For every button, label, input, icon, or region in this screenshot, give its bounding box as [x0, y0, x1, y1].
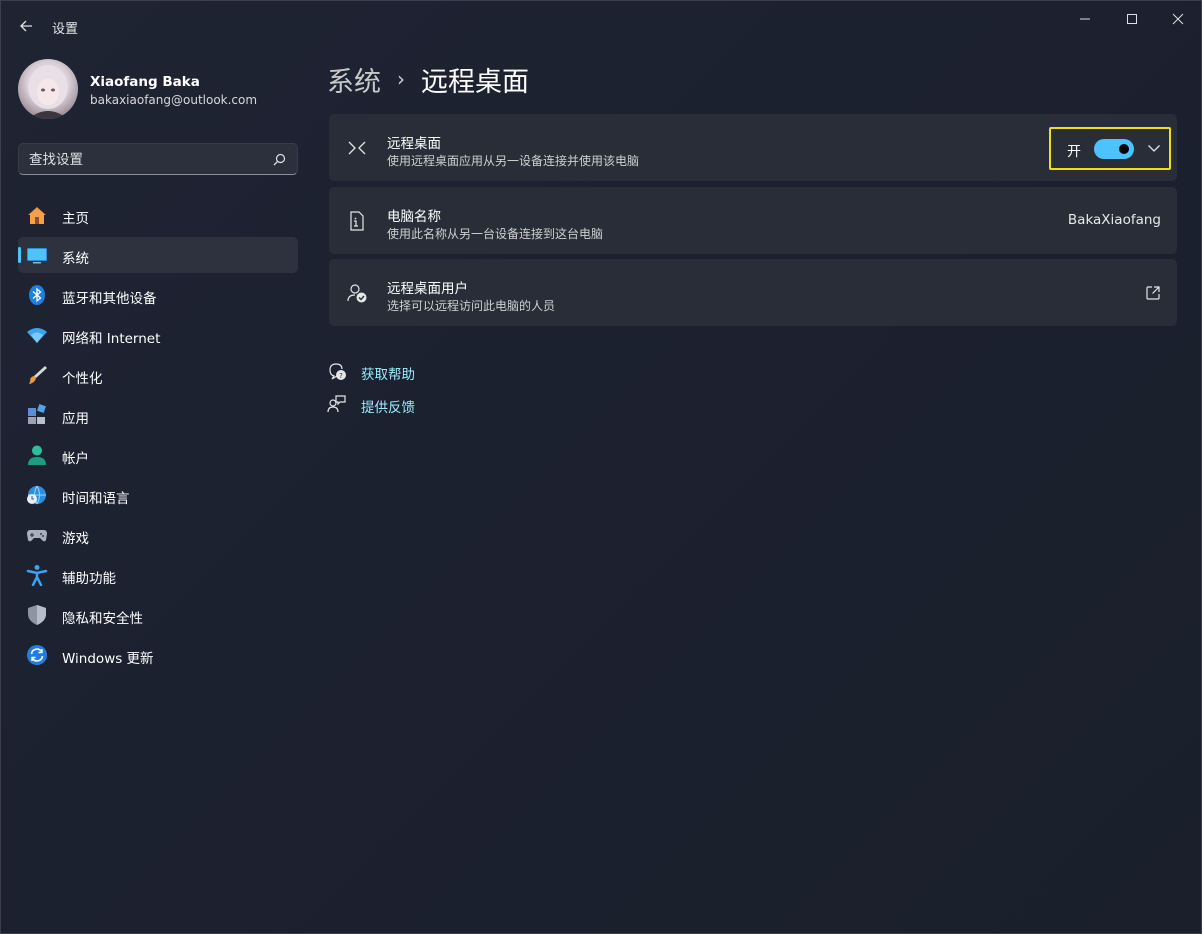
card-description: 使用远程桌面应用从另一设备连接并使用该电脑: [387, 154, 640, 168]
feedback-icon: [327, 395, 346, 413]
brush-icon: [26, 364, 48, 386]
profile-email: bakaxiaofang@outlook.com: [90, 93, 258, 107]
card-title: 远程桌面用户: [387, 281, 468, 297]
remote-desktop-toggle[interactable]: [1094, 139, 1134, 159]
pc-name-value: BakaXiaofang: [1067, 212, 1161, 228]
pc-name-icon: [345, 209, 369, 233]
sidebar-item-label: 帐户: [62, 451, 89, 467]
avatar[interactable]: [18, 59, 78, 119]
app-title: 设置: [52, 22, 79, 37]
sidebar-item-label: 隐私和安全性: [62, 611, 143, 627]
sidebar-item-label: 网络和 Internet: [62, 331, 161, 347]
system-display-icon: [26, 244, 48, 266]
external-link-icon: [1146, 286, 1160, 300]
globe-clock-icon: [26, 484, 48, 506]
title-bar: 设置: [1, 1, 1201, 49]
sidebar-item-home[interactable]: 主页: [18, 197, 298, 233]
sidebar-nav: 主页 系统 蓝牙和其他设备 网络和 Internet 个性化 应用 帐户 时间和…: [18, 197, 298, 677]
toggle-state-label: 开: [1067, 144, 1081, 160]
remote-desktop-users-card[interactable]: 远程桌面用户 选择可以远程访问此电脑的人员: [329, 259, 1177, 326]
sidebar-item-bluetooth[interactable]: 蓝牙和其他设备: [18, 277, 298, 313]
accessibility-icon: [26, 564, 48, 586]
breadcrumb: 系统 › 远程桌面: [327, 59, 529, 99]
back-button[interactable]: [15, 15, 37, 37]
sidebar-item-network[interactable]: 网络和 Internet: [18, 317, 298, 353]
maximize-button[interactable]: [1109, 9, 1155, 29]
sidebar-item-gaming[interactable]: 游戏: [18, 517, 298, 553]
toggle-knob: [1119, 144, 1129, 154]
remote-desktop-icon: [345, 136, 369, 160]
sidebar-item-accounts[interactable]: 帐户: [18, 437, 298, 473]
minimize-button[interactable]: [1062, 9, 1108, 29]
card-title: 电脑名称: [387, 209, 441, 225]
update-icon: [26, 644, 48, 666]
sidebar-item-label: 游戏: [62, 531, 89, 547]
user-check-icon: [345, 281, 369, 305]
sidebar-item-label: 蓝牙和其他设备: [62, 291, 157, 307]
search-icon[interactable]: [271, 152, 287, 168]
maximize-icon: [1127, 14, 1137, 24]
shield-icon: [26, 604, 48, 626]
breadcrumb-parent[interactable]: 系统: [327, 60, 381, 99]
sidebar-item-label: 系统: [62, 251, 89, 267]
card-title: 远程桌面: [387, 136, 441, 152]
close-button[interactable]: [1155, 9, 1201, 29]
close-icon: [1172, 13, 1184, 25]
card-description: 使用此名称从另一台设备连接到这台电脑: [387, 227, 604, 241]
search-input[interactable]: [29, 150, 269, 170]
sidebar-item-privacy[interactable]: 隐私和安全性: [18, 597, 298, 633]
wifi-icon: [26, 324, 48, 346]
card-description: 选择可以远程访问此电脑的人员: [387, 299, 556, 313]
sidebar-item-time-language[interactable]: 时间和语言: [18, 477, 298, 513]
breadcrumb-separator-icon: ›: [397, 67, 405, 91]
sidebar-item-label: Windows 更新: [62, 651, 154, 667]
give-feedback-label[interactable]: 提供反馈: [361, 396, 415, 416]
sidebar-item-apps[interactable]: 应用: [18, 397, 298, 433]
back-arrow-icon: [20, 20, 32, 32]
gamepad-icon: [26, 524, 48, 546]
sidebar-item-label: 时间和语言: [62, 491, 130, 507]
minimize-icon: [1080, 18, 1090, 20]
sidebar-item-system[interactable]: 系统: [18, 237, 298, 273]
apps-icon: [26, 404, 48, 426]
sidebar-item-label: 主页: [62, 211, 89, 227]
bluetooth-icon: [26, 284, 48, 306]
toggle-highlight: 开: [1049, 127, 1171, 170]
sidebar-item-label: 应用: [62, 411, 89, 427]
sidebar-item-personalization[interactable]: 个性化: [18, 357, 298, 393]
svg-text:?: ?: [339, 372, 343, 380]
remote-desktop-card[interactable]: 远程桌面 使用远程桌面应用从另一设备连接并使用该电脑 开: [329, 114, 1177, 181]
chevron-down-icon[interactable]: [1146, 140, 1162, 156]
sidebar-item-accessibility[interactable]: 辅助功能: [18, 557, 298, 593]
home-icon: [26, 204, 48, 226]
sidebar-item-label: 个性化: [62, 371, 103, 387]
pc-name-card[interactable]: 电脑名称 使用此名称从另一台设备连接到这台电脑 BakaXiaofang: [329, 187, 1177, 254]
sidebar-item-label: 辅助功能: [62, 571, 116, 587]
sidebar-item-windows-update[interactable]: Windows 更新: [18, 637, 298, 673]
help-chat-icon: ?: [329, 363, 346, 380]
account-icon: [26, 444, 48, 466]
avatar-portrait-icon: [28, 65, 68, 119]
settings-window: 设置 Xiaofang Baka bakaxiaofang@outlook.co…: [0, 0, 1202, 934]
get-help-label[interactable]: 获取帮助: [361, 363, 415, 383]
search-box: [18, 143, 298, 175]
profile-name: Xiaofang Baka: [90, 74, 200, 90]
page-title: 远程桌面: [421, 66, 529, 98]
